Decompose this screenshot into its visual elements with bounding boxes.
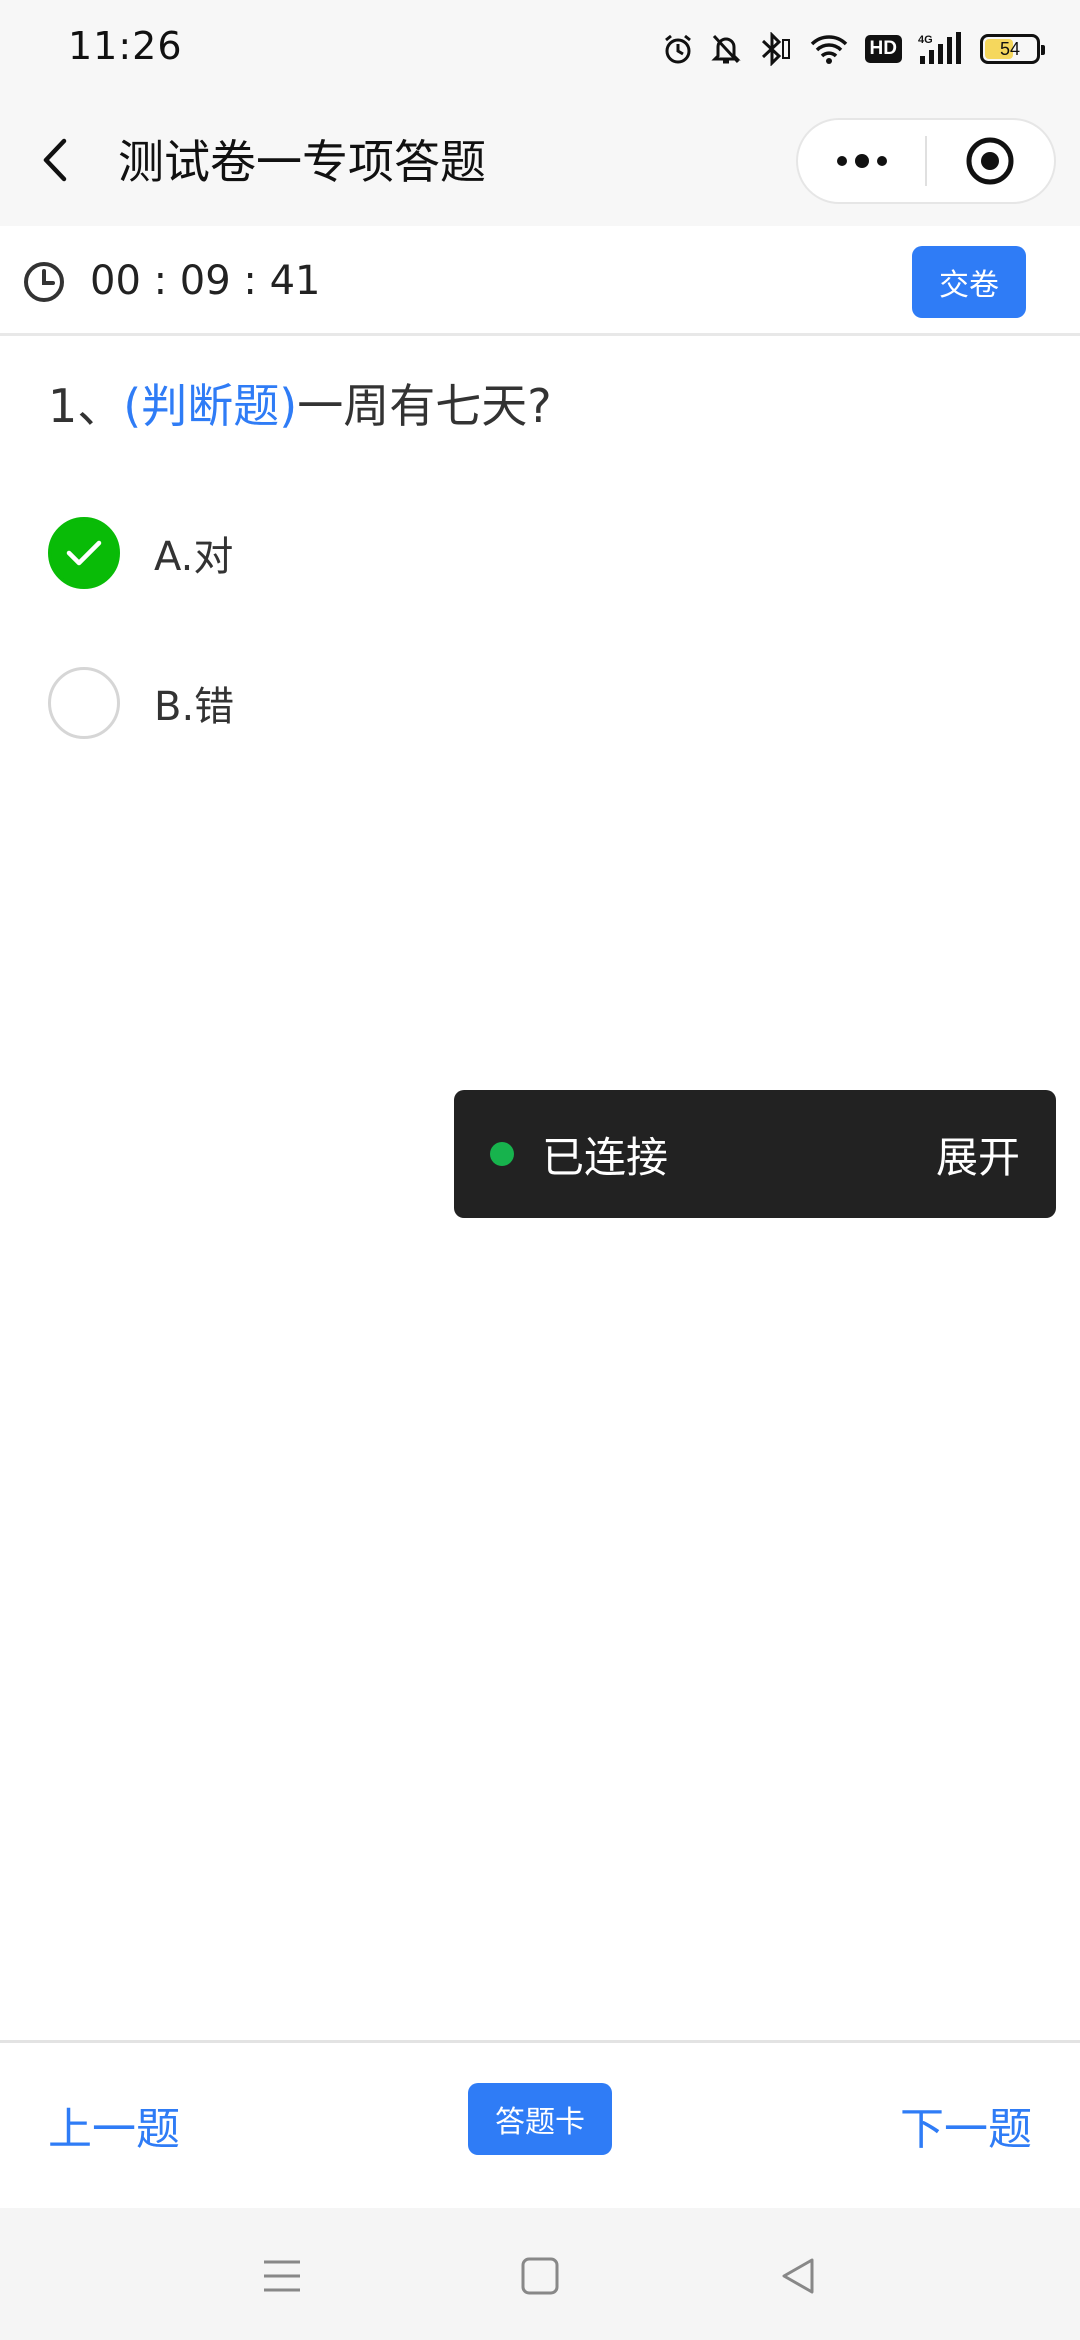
close-target-button[interactable] xyxy=(927,120,1054,202)
clock-icon xyxy=(22,260,66,308)
chevron-left-icon xyxy=(43,138,67,182)
status-bar: 11:26 HD 4G 54 xyxy=(0,0,1080,100)
answer-card-button[interactable]: 答题卡 xyxy=(468,2083,612,2155)
network-label: 4G xyxy=(918,34,933,46)
question-body: 一周有七天? xyxy=(297,379,552,433)
mute-bell-icon xyxy=(710,32,741,66)
alarm-icon xyxy=(661,32,695,66)
timer-bar: 00 : 09 : 41 交卷 xyxy=(0,226,1080,336)
checkmark-icon xyxy=(66,540,102,566)
status-icons: HD 4G 54 xyxy=(661,26,1045,72)
target-icon xyxy=(966,137,1014,185)
bluetooth-icon xyxy=(757,32,793,66)
option-a[interactable]: A.对 xyxy=(48,516,233,590)
expand-button[interactable]: 展开 xyxy=(936,1124,1020,1185)
option-a-label: A.对 xyxy=(154,534,234,580)
option-a-radio[interactable] xyxy=(48,517,120,589)
wifi-icon xyxy=(809,33,849,65)
more-button[interactable] xyxy=(798,120,925,202)
timer-value: 00 : 09 : 41 xyxy=(90,258,321,304)
submit-exam-button[interactable]: 交卷 xyxy=(912,246,1026,318)
connection-status: 已连接 xyxy=(542,1132,669,1182)
connection-toast: 已连接 展开 xyxy=(454,1090,1056,1218)
status-time: 11:26 xyxy=(68,24,183,68)
question-type: (判断题) xyxy=(123,379,298,433)
option-b[interactable]: B.错 xyxy=(48,666,234,740)
option-b-label: B.错 xyxy=(154,684,235,730)
prev-question-button[interactable]: 上一题 xyxy=(48,2093,180,2157)
signal-4g-icon: 4G xyxy=(918,32,964,66)
battery-level: 54 xyxy=(999,38,1021,59)
nav-bar: 测试卷一专项答题 xyxy=(0,100,1080,226)
next-question-button[interactable]: 下一题 xyxy=(900,2093,1032,2157)
question-text: 1、(判断题)一周有七天? xyxy=(48,374,552,438)
hd-icon: HD xyxy=(864,35,902,63)
back-button[interactable] xyxy=(40,130,90,190)
bottom-bar: 上一题 答题卡 下一题 xyxy=(0,2040,1080,2208)
more-dots-icon xyxy=(836,154,887,168)
home-square-icon[interactable] xyxy=(510,2246,570,2306)
option-b-radio[interactable] xyxy=(48,667,120,739)
system-nav-bar xyxy=(0,2208,1080,2340)
back-triangle-icon[interactable] xyxy=(768,2246,828,2306)
question-number: 1、 xyxy=(48,379,124,433)
page-title: 测试卷一专项答题 xyxy=(118,135,486,189)
mini-program-capsule xyxy=(796,118,1056,204)
menu-icon[interactable] xyxy=(252,2246,312,2306)
connected-dot-icon xyxy=(490,1142,514,1166)
battery-icon: 54 xyxy=(980,34,1045,64)
